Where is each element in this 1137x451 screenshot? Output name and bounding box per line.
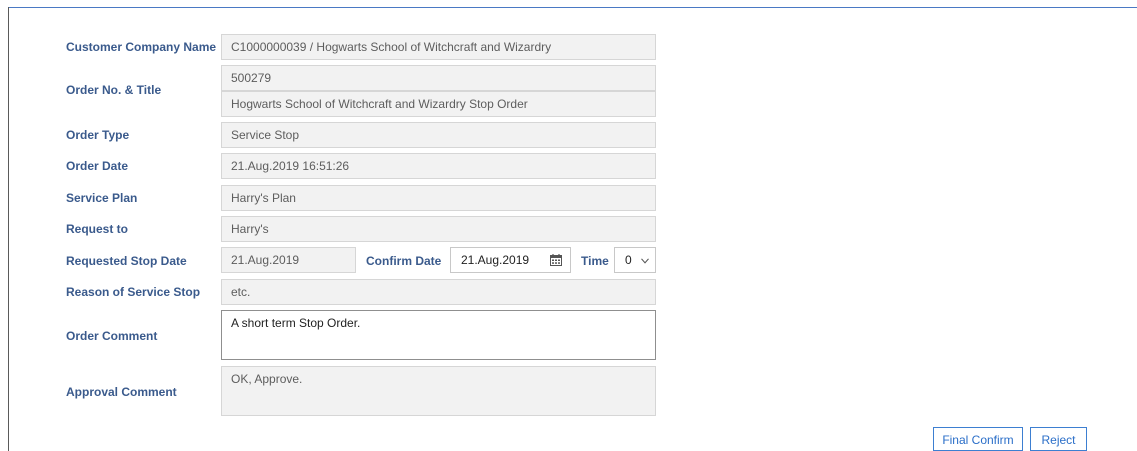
calendar-icon[interactable] — [550, 254, 562, 266]
time-value: 0 — [625, 253, 632, 267]
chevron-down-icon — [641, 258, 649, 264]
order-type-field: Service Stop — [221, 122, 656, 148]
order-date-field: 21.Aug.2019 16:51:26 — [221, 153, 656, 179]
request-to-label: Request to — [66, 222, 129, 236]
order-type-label: Order Type — [66, 128, 130, 142]
time-label: Time — [581, 254, 609, 268]
confirm-date-value: 21.Aug.2019 — [461, 253, 530, 267]
final-confirm-button[interactable]: Final Confirm — [933, 427, 1023, 451]
request-to-field: Harry's — [221, 216, 656, 242]
panel-left-border — [8, 7, 9, 451]
reason-label: Reason of Service Stop — [66, 285, 201, 299]
service-plan-label: Service Plan — [66, 191, 138, 205]
customer-company-label: Customer Company Name — [66, 40, 217, 54]
reject-button[interactable]: Reject — [1030, 427, 1087, 451]
requested-stop-date-field: 21.Aug.2019 — [221, 247, 356, 273]
order-date-label: Order Date — [66, 159, 129, 173]
order-no-title-label: Order No. & Title — [66, 83, 162, 97]
approval-comment-field: OK, Approve. — [221, 366, 656, 416]
time-select[interactable]: 0 — [614, 247, 656, 273]
panel-top-border — [8, 7, 1137, 8]
approval-comment-label: Approval Comment — [66, 385, 177, 399]
order-comment-textarea[interactable]: A short term Stop Order. — [221, 310, 656, 360]
customer-company-field: C1000000039 / Hogwarts School of Witchcr… — [221, 34, 656, 60]
confirm-date-input[interactable]: 21.Aug.2019 — [450, 247, 571, 273]
order-comment-label: Order Comment — [66, 329, 158, 343]
service-plan-field: Harry's Plan — [221, 185, 656, 211]
order-title-field: Hogwarts School of Witchcraft and Wizard… — [221, 91, 656, 117]
order-no-field: 500279 — [221, 65, 656, 91]
requested-stop-date-label: Requested Stop Date — [66, 254, 187, 268]
confirm-date-label: Confirm Date — [366, 254, 442, 268]
reason-field: etc. — [221, 279, 656, 305]
